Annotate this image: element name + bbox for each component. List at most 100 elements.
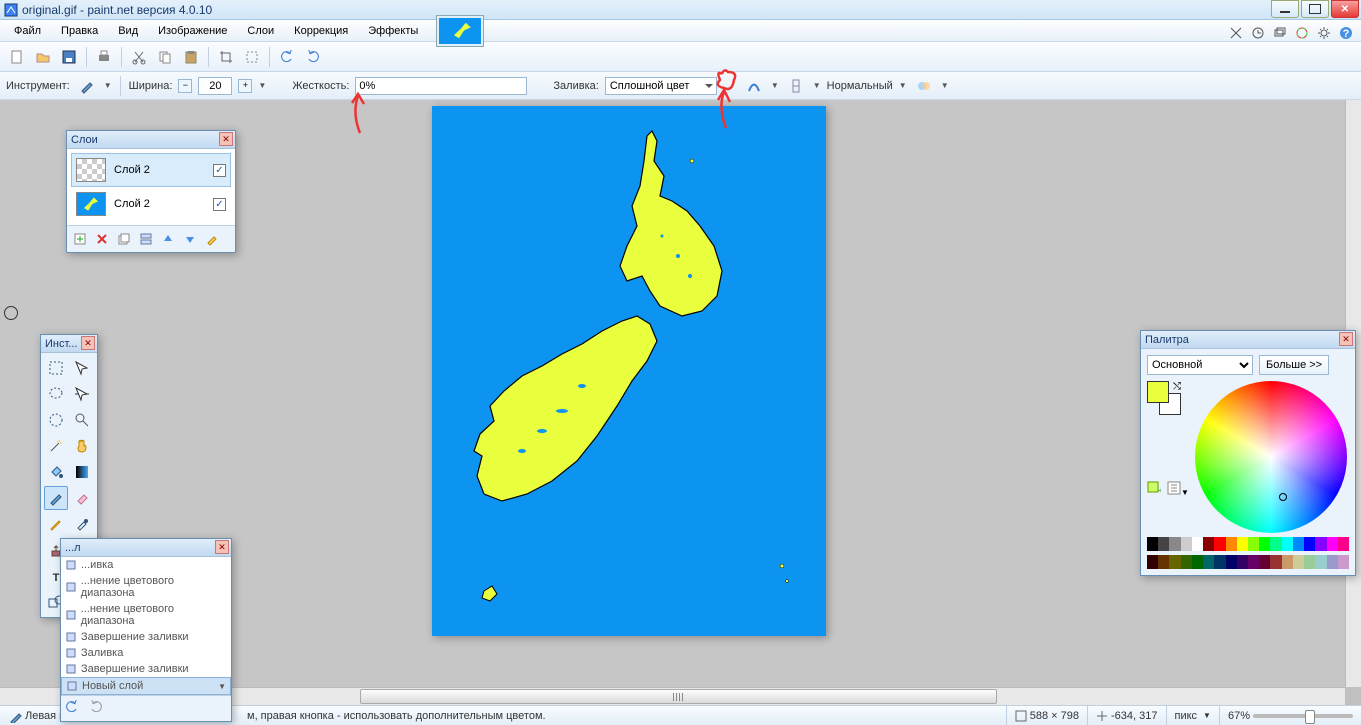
- history-close-button[interactable]: ✕: [215, 540, 229, 554]
- palette-color[interactable]: [1293, 537, 1304, 551]
- current-tool-icon[interactable]: [76, 75, 98, 97]
- palette-color[interactable]: [1226, 555, 1237, 569]
- more-colors-button[interactable]: Больше >>: [1259, 355, 1329, 375]
- palette-color[interactable]: [1315, 555, 1326, 569]
- colors-panel[interactable]: Палитра ✕ Основной Больше >> ⤭ + ▼: [1140, 330, 1356, 576]
- pan-tool[interactable]: [70, 434, 94, 458]
- palette-color[interactable]: [1270, 537, 1281, 551]
- redo-hist-button[interactable]: [87, 700, 103, 717]
- history-row[interactable]: ...ивка: [61, 557, 231, 573]
- layer-props-button[interactable]: [203, 230, 221, 248]
- menu-adjust[interactable]: Коррекция: [284, 22, 358, 40]
- lasso-tool[interactable]: [44, 382, 68, 406]
- minimize-button[interactable]: [1271, 0, 1299, 18]
- menu-edit[interactable]: Правка: [51, 22, 108, 40]
- history-row[interactable]: Новый слой▼: [61, 677, 231, 695]
- palette-color[interactable]: [1214, 537, 1225, 551]
- menu-view[interactable]: Вид: [108, 22, 148, 40]
- palette-color[interactable]: [1192, 537, 1203, 551]
- palette-color[interactable]: [1147, 537, 1158, 551]
- undo-hist-button[interactable]: [65, 700, 81, 717]
- palette-color[interactable]: [1214, 555, 1225, 569]
- palette-color[interactable]: [1169, 555, 1180, 569]
- history-row[interactable]: Завершение заливки: [61, 661, 231, 677]
- layers-close-button[interactable]: ✕: [219, 132, 233, 146]
- help-icon[interactable]: ?: [1337, 24, 1355, 42]
- palette-color[interactable]: [1203, 537, 1214, 551]
- deselect-button[interactable]: [241, 46, 263, 68]
- settings-icon[interactable]: [1315, 24, 1333, 42]
- menu-file[interactable]: Файл: [4, 22, 51, 40]
- menu-layers[interactable]: Слои: [237, 22, 284, 40]
- palette-color[interactable]: [1259, 555, 1270, 569]
- status-zoom[interactable]: 67%: [1219, 706, 1361, 725]
- close-button[interactable]: [1331, 0, 1359, 18]
- palette-strip-2[interactable]: [1147, 555, 1349, 569]
- palette-color[interactable]: [1158, 537, 1169, 551]
- copy-button[interactable]: [154, 46, 176, 68]
- picker-tool[interactable]: [70, 512, 94, 536]
- new-file-button[interactable]: [6, 46, 28, 68]
- layers-panel[interactable]: Слои ✕ Слой 2 ✓ Слой 2 ✓: [66, 130, 236, 253]
- zoom-slider[interactable]: [1253, 714, 1353, 718]
- width-plus-button[interactable]: +: [238, 79, 252, 93]
- palette-color[interactable]: [1237, 555, 1248, 569]
- doc-thumbnail[interactable]: [436, 15, 484, 47]
- print-button[interactable]: [93, 46, 115, 68]
- undo-button[interactable]: [276, 46, 298, 68]
- layer-visible-checkbox[interactable]: ✓: [213, 198, 226, 211]
- layer-down-button[interactable]: [181, 230, 199, 248]
- palette-color[interactable]: [1338, 555, 1349, 569]
- save-button[interactable]: [58, 46, 80, 68]
- palette-color[interactable]: [1203, 555, 1214, 569]
- eraser-tool[interactable]: [70, 486, 94, 510]
- layer-visible-checkbox[interactable]: ✓: [213, 164, 226, 177]
- maximize-button[interactable]: [1301, 0, 1329, 18]
- swap-colors-icon[interactable]: ⤭: [1173, 381, 1181, 392]
- history-panel[interactable]: ...л ✕ ...ивка...нение цветового диапазо…: [60, 538, 232, 722]
- palette-color[interactable]: [1181, 555, 1192, 569]
- merge-down-button[interactable]: [137, 230, 155, 248]
- palette-color[interactable]: [1282, 537, 1293, 551]
- colors-close-button[interactable]: ✕: [1339, 332, 1353, 346]
- palette-color[interactable]: [1338, 537, 1349, 551]
- palette-color[interactable]: [1248, 537, 1259, 551]
- palette-menu-button[interactable]: ▼: [1167, 481, 1189, 498]
- palette-color[interactable]: [1327, 555, 1338, 569]
- wheel-cursor[interactable]: [1279, 493, 1287, 501]
- crop-button[interactable]: [215, 46, 237, 68]
- palette-strip[interactable]: [1147, 537, 1349, 551]
- layers-toggle-icon[interactable]: [1271, 24, 1289, 42]
- brush-tool[interactable]: [44, 486, 68, 510]
- move-tool[interactable]: [70, 382, 94, 406]
- blend-icon[interactable]: [785, 75, 807, 97]
- palette-color[interactable]: [1169, 537, 1180, 551]
- history-row[interactable]: Завершение заливки: [61, 629, 231, 645]
- history-toggle-icon[interactable]: [1249, 24, 1267, 42]
- palette-color[interactable]: [1327, 537, 1338, 551]
- palette-color[interactable]: [1304, 555, 1315, 569]
- scroll-thumb[interactable]: [360, 689, 997, 704]
- layer-row[interactable]: Слой 2 ✓: [71, 153, 231, 187]
- fill-dropdown[interactable]: Сплошной цвет: [605, 77, 717, 95]
- canvas[interactable]: [432, 106, 826, 636]
- add-swatch-button[interactable]: +: [1147, 481, 1161, 498]
- ruler-icon[interactable]: [1227, 24, 1245, 42]
- palette-color[interactable]: [1181, 537, 1192, 551]
- paste-button[interactable]: [180, 46, 202, 68]
- rect-select-tool[interactable]: [44, 356, 68, 380]
- dup-layer-button[interactable]: [115, 230, 133, 248]
- menu-effects[interactable]: Эффекты: [358, 22, 428, 40]
- colors-toggle-icon[interactable]: [1293, 24, 1311, 42]
- open-button[interactable]: [32, 46, 54, 68]
- palette-color[interactable]: [1293, 555, 1304, 569]
- palette-color[interactable]: [1270, 555, 1281, 569]
- width-input[interactable]: [198, 77, 232, 95]
- move-select-tool[interactable]: [70, 356, 94, 380]
- palette-color[interactable]: [1158, 555, 1169, 569]
- palette-color[interactable]: [1226, 537, 1237, 551]
- cut-button[interactable]: [128, 46, 150, 68]
- status-unit[interactable]: пикс▼: [1166, 706, 1219, 725]
- delete-layer-button[interactable]: [93, 230, 111, 248]
- history-row[interactable]: ...нение цветового диапазона: [61, 601, 231, 629]
